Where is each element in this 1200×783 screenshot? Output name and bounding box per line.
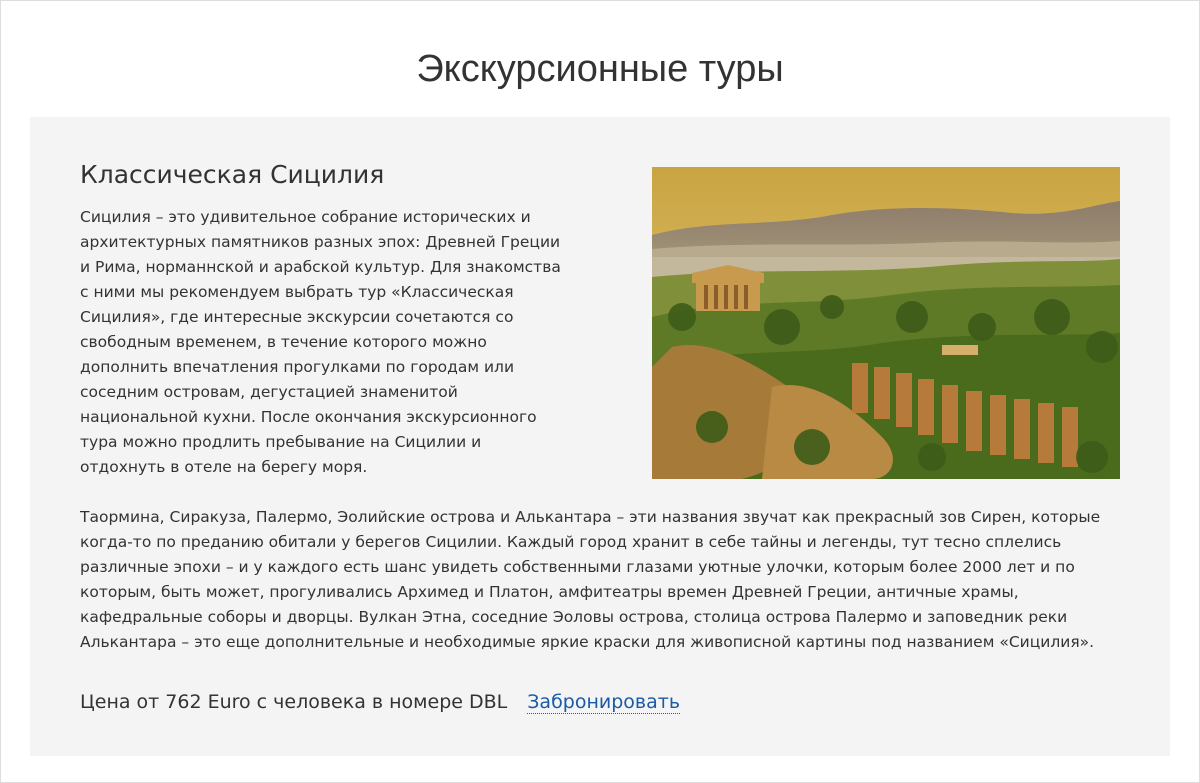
price-text: Цена от 762 Euro с человека в номере DBL xyxy=(80,691,508,713)
price-row: Цена от 762 Euro с человека в номере DBL… xyxy=(80,687,681,717)
tour-card: Классическая Сицилия Сицилия – это удиви… xyxy=(30,117,1170,756)
page-title: Экскурсионные туры xyxy=(416,48,784,90)
book-link[interactable]: Забронировать xyxy=(527,691,681,714)
tour-description: Сицилия – это удивительное собрание исто… xyxy=(80,205,1130,655)
tour-description-paragraph: Таормина, Сиракуза, Палермо, Эолийские о… xyxy=(80,508,1101,651)
tour-title: Классическая Сицилия xyxy=(80,160,385,189)
